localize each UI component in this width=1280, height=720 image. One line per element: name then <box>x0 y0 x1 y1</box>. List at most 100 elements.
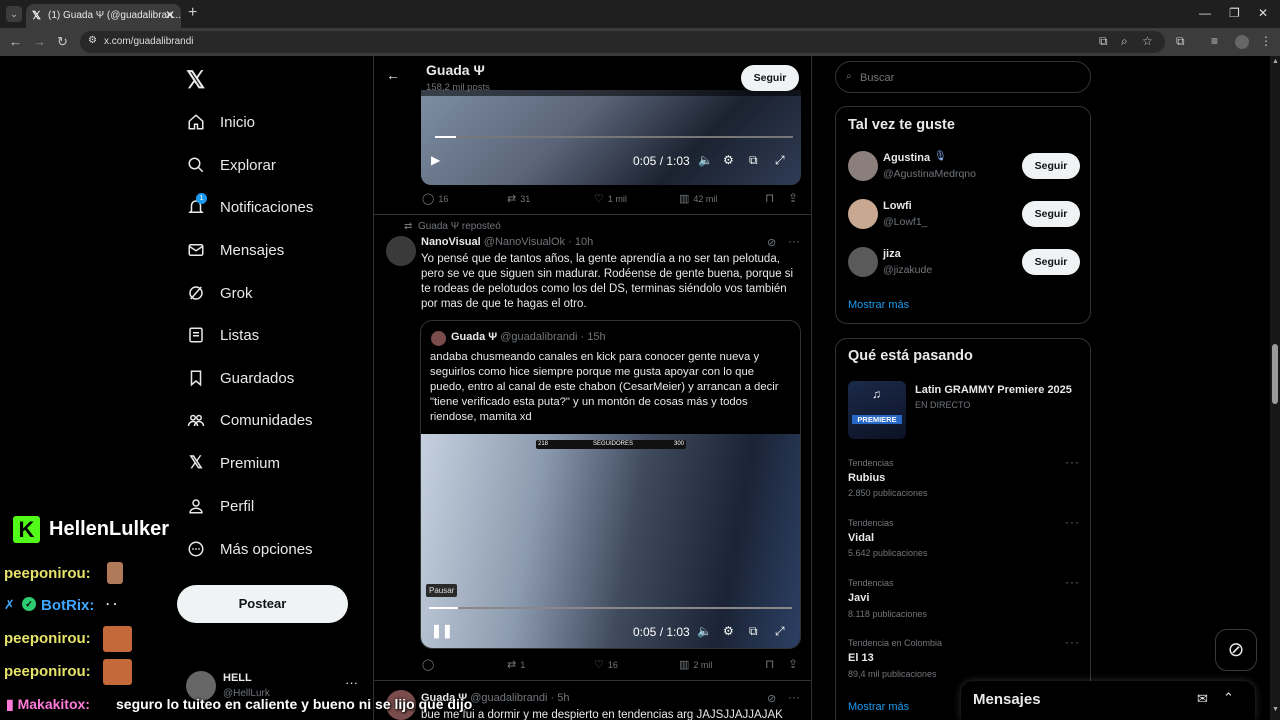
install-icon[interactable]: ⧉ <box>1099 34 1108 49</box>
minimize-icon[interactable]: — <box>1199 6 1211 20</box>
scrollbar-thumb[interactable] <box>1272 344 1278 404</box>
suggest-name[interactable]: Agustina <box>883 152 930 164</box>
quote-video-progress[interactable] <box>429 607 792 609</box>
reload-icon[interactable]: ↻ <box>57 34 68 50</box>
tweet-handle[interactable]: @NanoVisualOk <box>484 236 565 248</box>
nav-home[interactable]: Inicio <box>186 107 255 137</box>
extensions-icon[interactable]: ⧉ <box>1176 34 1185 49</box>
tab-search-button[interactable]: ⌄ <box>6 6 22 22</box>
show-more-link[interactable]: Mostrar más <box>848 299 909 311</box>
suggest-avatar[interactable] <box>848 151 878 181</box>
nav-grok[interactable]: Grok <box>186 278 253 308</box>
messages-drawer[interactable]: Mensajes ✉ ⌃ <box>961 681 1255 720</box>
trend-more-icon[interactable]: ··· <box>1065 515 1080 529</box>
share-icon[interactable]: ⇪ <box>788 191 798 205</box>
play-icon[interactable]: ▶ <box>431 153 440 167</box>
trend-name[interactable]: Javi <box>848 592 869 604</box>
x-logo-icon[interactable]: 𝕏 <box>186 66 205 95</box>
settings-gear-icon[interactable]: ⚙ <box>723 153 734 167</box>
event-image[interactable]: ♫ PREMIERE <box>848 381 906 439</box>
reply-count-2[interactable]: ◯ <box>422 658 438 671</box>
follow-button[interactable]: Seguir <box>1022 249 1080 275</box>
nav-lists[interactable]: Listas <box>186 320 259 350</box>
url-field[interactable]: ⚙ x.com/guadalibrandi <box>80 31 1165 53</box>
show-more-trends-link[interactable]: Mostrar más <box>848 701 909 713</box>
repost-count[interactable]: ⇄ 31 <box>507 192 530 205</box>
new-tab-button[interactable]: + <box>188 4 197 22</box>
trend-more-icon[interactable]: ··· <box>1065 455 1080 469</box>
bookmark-star-icon[interactable]: ☆ <box>1142 34 1153 48</box>
nav-premium[interactable]: 𝕏 Premium <box>186 448 280 478</box>
grok-floating-button[interactable]: ⊘ <box>1215 629 1257 671</box>
profile-avatar[interactable] <box>1235 35 1249 49</box>
search-field[interactable]: ⌕ Buscar <box>835 61 1091 93</box>
nav-more[interactable]: Más opciones <box>186 534 313 564</box>
nav-messages[interactable]: Mensajes <box>186 235 284 265</box>
quoted-tweet[interactable]: Guada Ψ @guadalibrandi · 15h andaba chus… <box>420 320 801 649</box>
suggest-avatar[interactable] <box>848 247 878 277</box>
suggest-name[interactable]: Lowfi <box>883 200 912 212</box>
top-video-progress[interactable] <box>435 136 793 138</box>
maximize-icon[interactable]: ❐ <box>1229 6 1240 20</box>
volume-icon[interactable]: 🔈 <box>698 153 713 167</box>
view-count-2[interactable]: ▥ 2 mil <box>679 658 712 671</box>
tab-groups-icon[interactable]: ≡ <box>1211 34 1218 48</box>
close-window-icon[interactable]: ✕ <box>1258 6 1268 20</box>
tweet-author[interactable]: NanoVisual <box>421 236 481 248</box>
site-info-icon[interactable]: ⚙ <box>88 35 97 46</box>
bookmark-action-icon[interactable]: ⊓ <box>765 657 774 671</box>
fullscreen-icon[interactable]: ⤢ <box>775 153 785 168</box>
account-more-icon[interactable]: ··· <box>345 675 358 690</box>
nav-explore[interactable]: Explorar <box>186 150 276 180</box>
nav-profile[interactable]: Perfil <box>186 491 254 521</box>
trend-more-icon[interactable]: ··· <box>1065 635 1080 649</box>
fullscreen-icon[interactable]: ⤢ <box>775 624 785 639</box>
forward-icon[interactable]: → <box>33 34 46 49</box>
next-tweet-time[interactable]: · 5h <box>551 692 570 704</box>
like-count-2[interactable]: ♡ 16 <box>594 658 618 671</box>
settings-gear-icon[interactable]: ⚙ <box>723 624 734 638</box>
close-tab-icon[interactable]: ✕ <box>165 8 175 22</box>
view-count[interactable]: ▥ 42 mil <box>679 192 717 205</box>
grok-action-icon[interactable]: ⊘ <box>767 692 776 705</box>
scroll-up-icon[interactable]: ▲ <box>1272 58 1279 65</box>
tweet-avatar[interactable] <box>386 236 416 266</box>
repost-count-2[interactable]: ⇄ 1 <box>507 658 525 671</box>
tweet-time[interactable]: · 10h <box>568 236 593 248</box>
zoom-icon[interactable]: ⌕ <box>1121 34 1128 49</box>
expand-drawer-icon[interactable]: ⌃ <box>1223 690 1234 706</box>
page-scrollbar[interactable]: ▲ ▼ <box>1270 56 1280 720</box>
quote-video-player[interactable]: 218 SEGUIDORES 300 Pausar ❚❚ 0:05 / 1:03… <box>421 434 800 648</box>
volume-icon[interactable]: 🔈 <box>697 624 712 638</box>
trend-name[interactable]: Rubius <box>848 472 885 484</box>
nav-bookmarks[interactable]: Guardados <box>186 363 294 393</box>
browser-menu-icon[interactable]: ⋮ <box>1260 34 1272 48</box>
trend-name[interactable]: El 13 <box>848 652 874 664</box>
share-icon[interactable]: ⇪ <box>788 657 798 671</box>
new-message-icon[interactable]: ✉ <box>1197 691 1208 707</box>
grok-action-icon[interactable]: ⊘ <box>767 236 776 249</box>
pip-icon[interactable]: ⧉ <box>749 153 758 168</box>
trend-more-icon[interactable]: ··· <box>1065 575 1080 589</box>
suggest-avatar[interactable] <box>848 199 878 229</box>
top-video-player[interactable]: ▶ 0:05 / 1:03 🔈 ⚙ ⧉ ⤢ <box>421 90 801 185</box>
follow-button[interactable]: Seguir <box>1022 201 1080 227</box>
nav-communities[interactable]: Comunidades <box>186 405 313 435</box>
pip-icon[interactable]: ⧉ <box>749 624 758 639</box>
event-title[interactable]: Latin GRAMMY Premiere 2025 <box>915 384 1072 396</box>
scroll-down-icon[interactable]: ▼ <box>1272 706 1279 713</box>
back-arrow-icon[interactable]: ← <box>386 67 400 83</box>
follow-button[interactable]: Seguir <box>1022 153 1080 179</box>
bookmark-action-icon[interactable]: ⊓ <box>765 191 774 205</box>
back-icon[interactable]: ← <box>9 34 22 49</box>
tweet-more-icon[interactable]: ··· <box>788 690 800 704</box>
next-tweet-handle[interactable]: @guadalibrandi <box>470 692 547 704</box>
post-button[interactable]: Postear <box>177 585 348 623</box>
tweet-more-icon[interactable]: ··· <box>788 234 800 248</box>
pause-icon[interactable]: ❚❚ <box>431 623 453 639</box>
like-count[interactable]: ♡ 1 mil <box>594 192 627 205</box>
suggest-name[interactable]: jiza <box>883 248 901 260</box>
nav-notifications[interactable]: 1 Notificaciones <box>186 192 313 222</box>
header-follow-button[interactable]: Seguir <box>741 65 799 91</box>
trend-name[interactable]: Vidal <box>848 532 874 544</box>
